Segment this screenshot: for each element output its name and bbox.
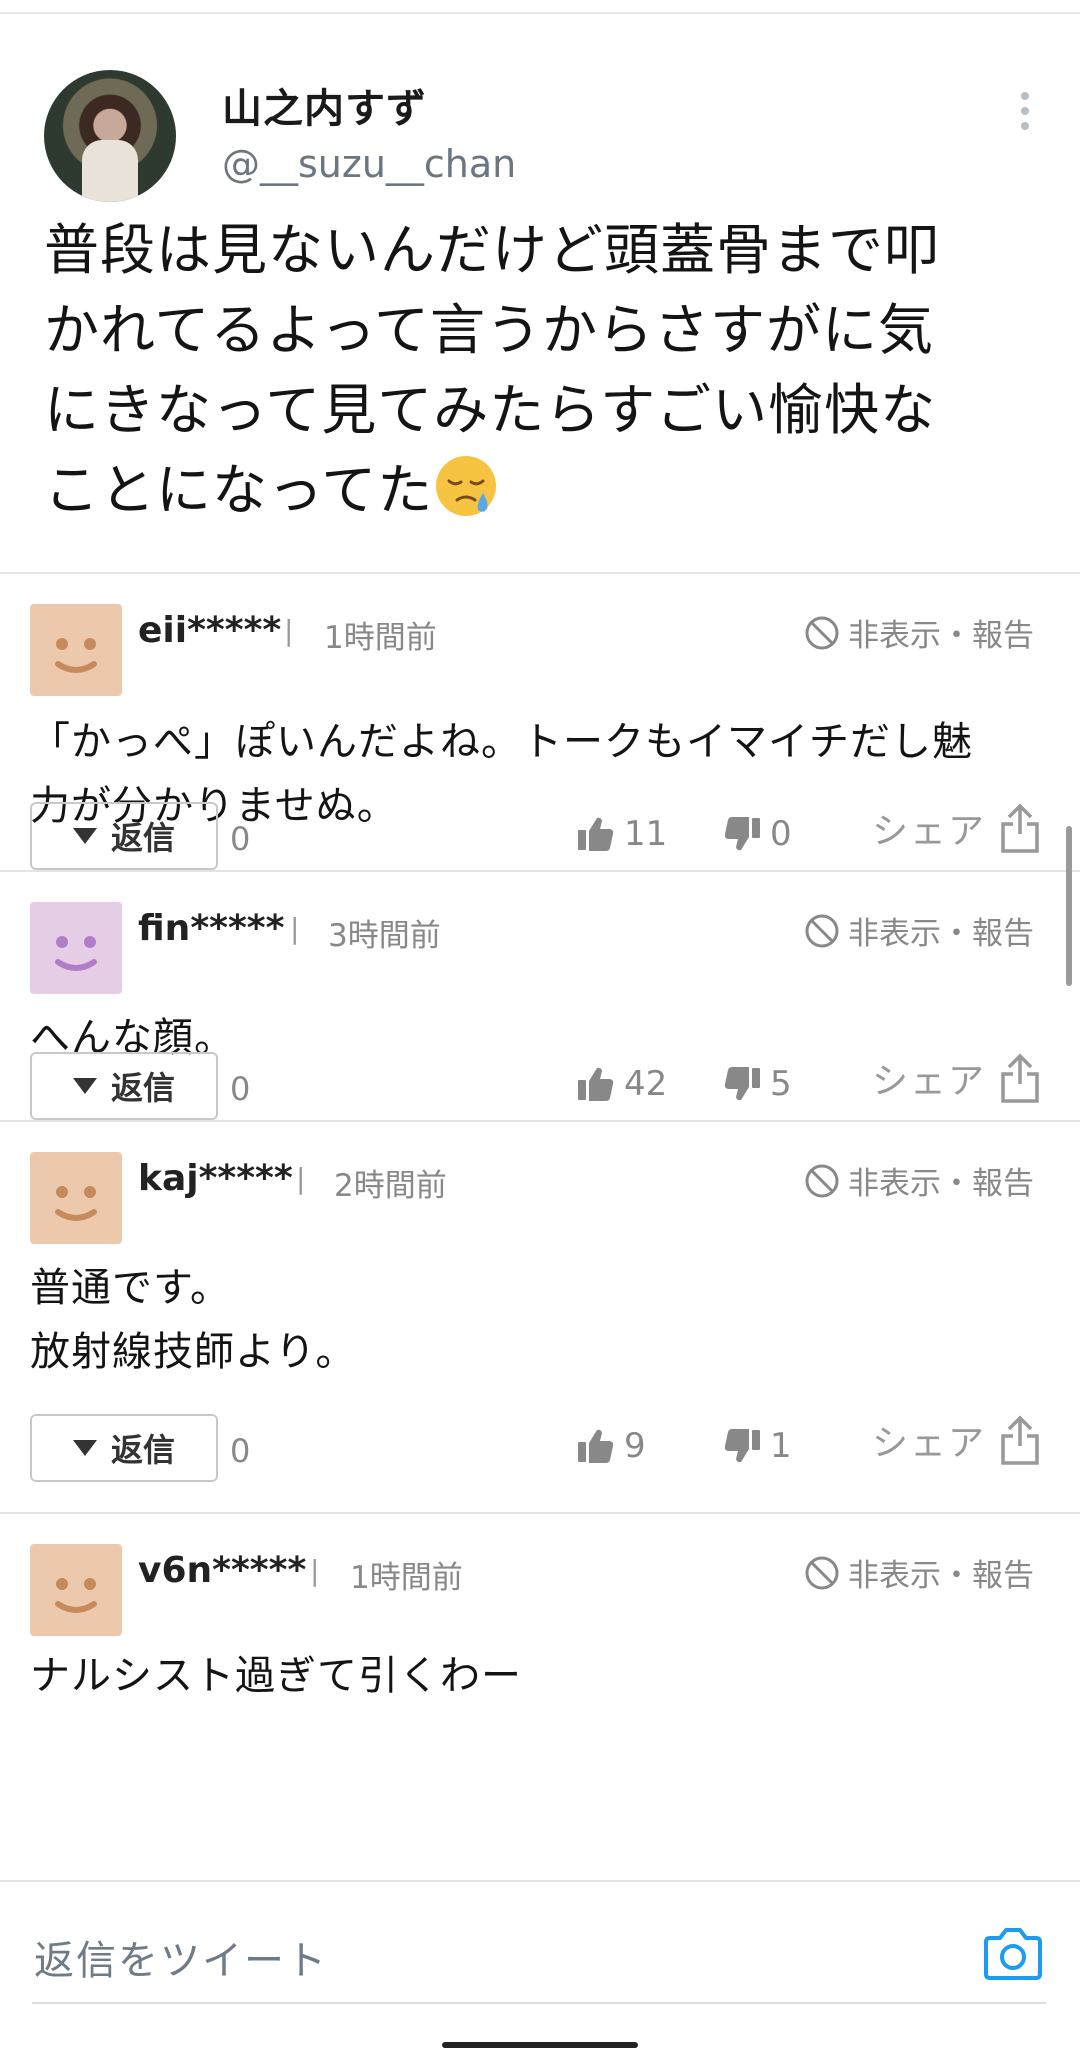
comment-body-line: 「かっぺ」ぽいんだよね。トークもイマイチだし魅 (30, 719, 973, 765)
block-icon (805, 616, 839, 649)
avatar[interactable] (30, 604, 122, 696)
share-label: シェア (872, 1061, 987, 1102)
like-count: 9 (624, 1426, 646, 1466)
camera-icon[interactable] (982, 1926, 1044, 1982)
sad-relieved-face-emoji-icon (436, 456, 497, 516)
share-icon (1001, 1053, 1039, 1103)
tweet-text-line: 普段は見ないんだけど頭蓋骨まで叩 (44, 218, 941, 282)
reply-count: 0 (230, 820, 251, 858)
hide-report-label: 非表示・報告 (848, 916, 1034, 952)
hide-report-label: 非表示・報告 (848, 1166, 1034, 1202)
reply-toggle-button[interactable]: 返信 (30, 802, 218, 870)
like-count: 11 (624, 814, 668, 854)
share-icon (1001, 803, 1039, 853)
like-button[interactable]: 42 (576, 1064, 667, 1104)
dislike-button[interactable]: 1 (722, 1426, 792, 1466)
share-button[interactable]: シェア (872, 1052, 1042, 1104)
avatar[interactable] (44, 70, 176, 202)
block-icon (805, 1164, 839, 1197)
separator: | (310, 1554, 320, 1587)
share-button[interactable]: シェア (872, 1414, 1042, 1466)
comment-username[interactable]: kaj***** (138, 1158, 293, 1199)
reply-label: 返信 (110, 1431, 175, 1469)
tweet: 山之内すず @__suzu__chan 普段は見ないんだけど頭蓋骨まで叩 かれて… (0, 14, 1080, 572)
comment-item: v6n***** | 1時間前 非表示・報告 ナルシスト過ぎて引くわー (0, 1514, 1080, 1874)
dislike-count: 0 (770, 814, 792, 854)
comment-list: eii***** | 1時間前 非表示・報告 「かっぺ」ぽいんだよね。トークもイ… (0, 572, 1080, 1880)
reply-bar: 返信をツイート (0, 1880, 1080, 2063)
triangle-down-icon (72, 1078, 97, 1094)
triangle-down-icon (72, 828, 97, 844)
avatar[interactable] (30, 902, 122, 994)
reply-label: 返信 (110, 819, 175, 857)
thumbs-down-icon (724, 1429, 760, 1463)
like-count: 42 (624, 1064, 668, 1104)
thumbs-up-icon (578, 1067, 614, 1101)
user-handle[interactable]: @__suzu__chan (222, 142, 516, 186)
reply-label: 返信 (110, 1069, 175, 1107)
separator: | (284, 614, 294, 647)
hide-report-button[interactable]: 非表示・報告 (804, 908, 1034, 953)
like-button[interactable]: 9 (576, 1426, 646, 1466)
dislike-button[interactable]: 5 (722, 1064, 792, 1104)
reply-count: 0 (230, 1070, 251, 1108)
comment-time: 1時間前 (324, 620, 437, 656)
comment-time: 2時間前 (334, 1168, 447, 1204)
reply-tweet-input[interactable]: 返信をツイート (34, 1928, 328, 1986)
avatar[interactable] (30, 1544, 122, 1636)
block-icon (805, 1556, 839, 1589)
comment-username[interactable]: v6n***** (138, 1550, 306, 1591)
tweet-text: 普段は見ないんだけど頭蓋骨まで叩 かれてるよって言うからさすがに気 にきなって見… (44, 210, 1044, 530)
reply-toggle-button[interactable]: 返信 (30, 1052, 218, 1120)
thumbs-up-icon (578, 817, 614, 851)
separator: | (290, 912, 300, 945)
comment-time: 1時間前 (350, 1560, 463, 1596)
display-name[interactable]: 山之内すず (222, 76, 427, 134)
share-button[interactable]: シェア (872, 802, 1042, 854)
share-label: シェア (872, 1423, 987, 1464)
triangle-down-icon (72, 1440, 97, 1456)
comment-body-line: 普通です。 (30, 1265, 231, 1311)
comment-body-line: ナルシスト過ぎて引くわー (30, 1653, 522, 1699)
more-options-icon[interactable] (1010, 92, 1040, 142)
like-button[interactable]: 11 (576, 814, 667, 854)
hide-report-button[interactable]: 非表示・報告 (804, 1550, 1034, 1595)
hide-report-label: 非表示・報告 (848, 618, 1034, 654)
hide-report-button[interactable]: 非表示・報告 (804, 1158, 1034, 1203)
reply-toggle-button[interactable]: 返信 (30, 1414, 218, 1482)
comment-username[interactable]: fin***** (138, 908, 284, 949)
comment-body-line: 放射線技師より。 (30, 1329, 357, 1375)
tweet-text-line: ことになってた (44, 450, 1044, 530)
reply-input-underline (32, 2002, 1046, 2004)
comment-item: kaj***** | 2時間前 非表示・報告 普通です。 放射線技師より。 返信… (0, 1122, 1080, 1514)
tweet-text-line: にきなって見てみたらすごい愉快な (44, 378, 937, 442)
avatar[interactable] (30, 1152, 122, 1244)
separator: | (296, 1162, 306, 1195)
share-icon (1001, 1415, 1039, 1465)
comment-body: 普通です。 放射線技師より。 (30, 1256, 1050, 1384)
reply-count: 0 (230, 1432, 251, 1470)
comment-body: ナルシスト過ぎて引くわー (30, 1644, 1050, 1708)
scrollbar[interactable] (1066, 826, 1072, 986)
thumbs-down-icon (724, 817, 760, 851)
hide-report-button[interactable]: 非表示・報告 (804, 610, 1034, 655)
block-icon (805, 914, 839, 947)
dislike-button[interactable]: 0 (722, 814, 792, 854)
home-indicator[interactable] (442, 2042, 638, 2048)
comment-time: 3時間前 (328, 918, 441, 954)
comment-username[interactable]: eii***** (138, 610, 281, 651)
comment-item: eii***** | 1時間前 非表示・報告 「かっぺ」ぽいんだよね。トークもイ… (0, 574, 1080, 872)
hide-report-label: 非表示・報告 (848, 1558, 1034, 1594)
tweet-text-line: かれてるよって言うからさすがに気 (44, 298, 934, 362)
dislike-count: 5 (770, 1064, 792, 1104)
thumbs-up-icon (578, 1429, 614, 1463)
dislike-count: 1 (770, 1426, 792, 1466)
comment-item: fin***** | 3時間前 非表示・報告 へんな顔。 返信 0 42 5 シ… (0, 872, 1080, 1122)
thumbs-down-icon (724, 1067, 760, 1101)
share-label: シェア (872, 811, 987, 852)
